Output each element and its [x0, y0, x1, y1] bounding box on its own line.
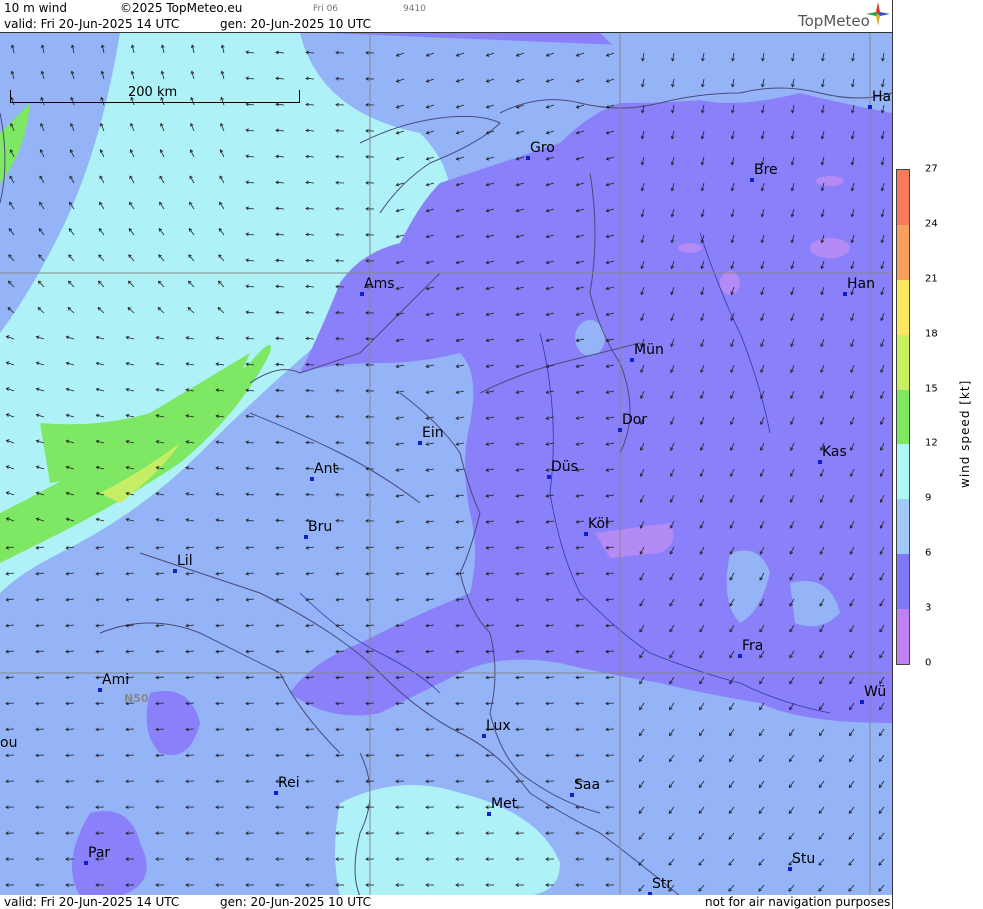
city-marker	[526, 156, 530, 160]
map-footer: valid: Fri 20-Jun-2025 14 UTC gen: 20-Ju…	[0, 895, 892, 909]
city-label: Stu	[792, 851, 816, 867]
compass-star-icon	[866, 2, 890, 26]
colorbar-tick-label: 6	[925, 547, 932, 559]
city-label: Ams	[364, 276, 395, 292]
city-marker	[570, 793, 574, 797]
colorbar-tick-label: 21	[925, 273, 938, 285]
city-marker	[788, 867, 792, 871]
city-label: Lil	[177, 553, 193, 569]
generated-time: gen: 20-Jun-2025 10 UTC	[220, 17, 372, 31]
city-marker	[310, 477, 314, 481]
colorbar-tick-label: 9	[925, 492, 932, 504]
scale-bar-label: 200 km	[128, 85, 178, 100]
city-label: Ant	[314, 461, 338, 477]
city-marker	[304, 535, 308, 539]
city-marker	[84, 861, 88, 865]
legend-title: wind speed [kt]	[958, 379, 972, 488]
city-label: Dor	[622, 412, 648, 428]
colorbar-segment	[897, 389, 909, 445]
city-marker	[547, 475, 551, 479]
city-label: Fra	[742, 638, 764, 654]
very-light-wind-spot-3	[720, 271, 740, 295]
colorbar-segment	[897, 224, 909, 280]
city-marker	[618, 428, 622, 432]
colorbar-segment	[897, 170, 909, 225]
colorbar-tick-label: 15	[925, 383, 938, 395]
very-light-wind-spot-4	[816, 176, 844, 186]
brand-logo-text: TopMeteo	[798, 12, 870, 30]
city-label: Mün	[634, 342, 664, 358]
colorbar-tick-label: 0	[925, 657, 932, 669]
footer-valid-time: valid: Fri 20-Jun-2025 14 UTC	[4, 895, 180, 909]
map-header: 10 m wind ©2025 TopMeteo.eu Fri 06 9410 …	[0, 0, 892, 32]
city-label: Gro	[530, 140, 555, 156]
city-marker	[750, 178, 754, 182]
city-label: Ha	[872, 89, 892, 105]
city-label: Kas	[822, 444, 847, 460]
city-marker	[482, 734, 486, 738]
city-marker	[818, 460, 822, 464]
run-label: Fri 06	[313, 4, 339, 14]
city-label: Saa	[574, 777, 601, 793]
colorbar-tick-label: 3	[925, 602, 932, 614]
colorbar-segment	[897, 334, 909, 390]
city-marker	[98, 688, 102, 692]
copyright-text: ©2025 TopMeteo.eu	[120, 1, 243, 15]
latitude-label: N50	[124, 692, 149, 705]
colorbar-tick-label: 12	[925, 437, 938, 449]
city-marker	[360, 292, 364, 296]
city-label: Lux	[486, 718, 511, 734]
city-marker	[274, 791, 278, 795]
city-marker	[584, 532, 588, 536]
valid-time: valid: Fri 20-Jun-2025 14 UTC	[4, 17, 180, 31]
city-marker	[860, 700, 864, 704]
wind-speed-colorbar	[896, 169, 910, 665]
city-label: ou	[0, 735, 18, 751]
disclaimer-text: not for air navigation purposes	[705, 895, 891, 909]
wind-map[interactable]: 200 km N50 Gro Bre Ha Ams Han Mün Ein Dor Ant Düs…	[0, 32, 892, 897]
city-marker	[173, 569, 177, 573]
city-label: Ein	[422, 425, 444, 441]
code-label: 9410	[403, 4, 426, 14]
colorbar-segment	[897, 444, 909, 500]
city-label: Köl	[588, 516, 609, 532]
city-marker	[630, 358, 634, 362]
city-marker	[487, 812, 491, 816]
city-label: Str	[652, 876, 673, 892]
city-label: Par	[88, 845, 111, 861]
very-light-wind-spot	[810, 238, 850, 258]
city-label: Ami	[102, 672, 130, 688]
city-label: Han	[847, 276, 875, 292]
colorbar-segment	[897, 609, 909, 664]
city-label: Düs	[551, 459, 578, 475]
city-marker	[843, 292, 847, 296]
footer-generated-time: gen: 20-Jun-2025 10 UTC	[220, 895, 372, 909]
city-label: Bru	[308, 519, 333, 535]
colorbar-tick-label: 18	[925, 328, 938, 340]
city-label: Bre	[754, 162, 778, 178]
city-label: Wü	[864, 684, 887, 700]
colorbar-tick-label: 24	[925, 218, 938, 230]
colorbar-tick-label: 27	[925, 163, 938, 175]
city-label: Met	[491, 796, 518, 812]
city-marker	[418, 441, 422, 445]
colorbar-segment	[897, 554, 909, 610]
very-light-wind-spot-2	[678, 243, 702, 253]
colorbar-segment	[897, 499, 909, 555]
city-marker	[738, 654, 742, 658]
city-marker	[868, 105, 872, 109]
city-label: Rei	[278, 775, 300, 791]
product-title: 10 m wind	[4, 1, 67, 15]
colorbar-segment	[897, 279, 909, 335]
